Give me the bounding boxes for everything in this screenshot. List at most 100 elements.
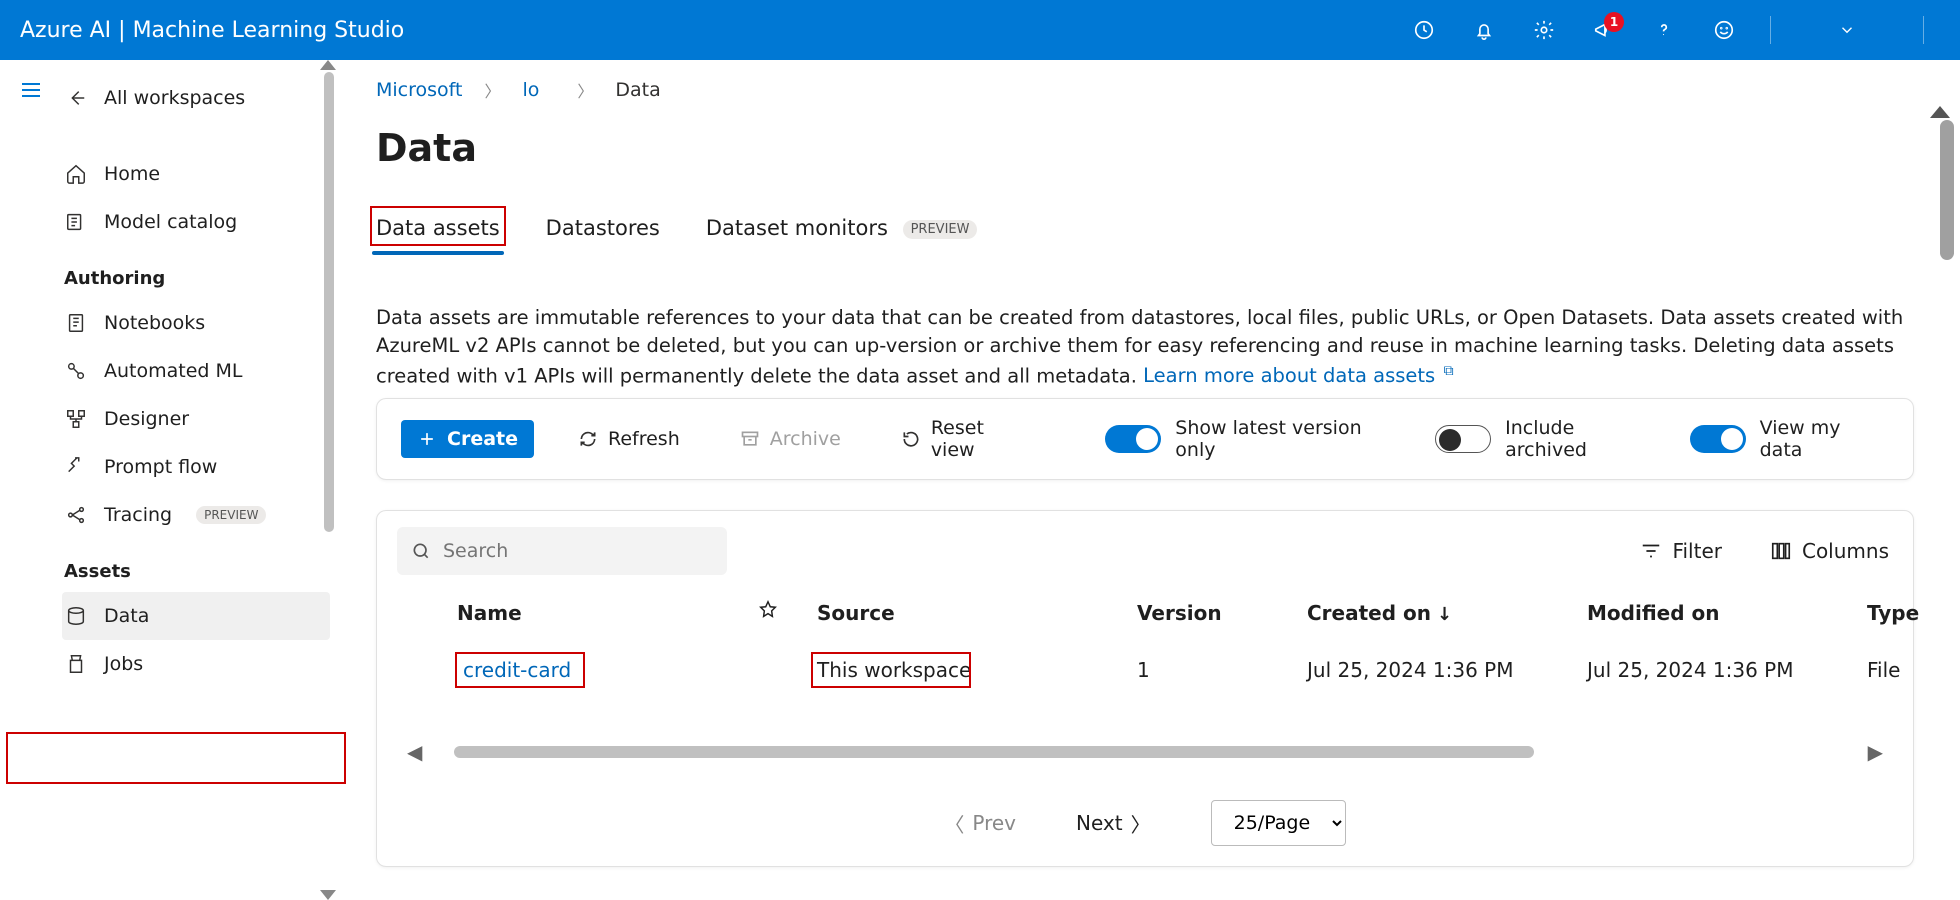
pagination: 〈Prev Next 〉 25/Page [397, 800, 1893, 846]
prev-page-button[interactable]: 〈Prev [944, 809, 1016, 838]
search-input[interactable] [443, 540, 713, 562]
main-content: Microsoft 〉 lo 〉 Data Data Data assets D… [330, 60, 1960, 900]
sidebar-item-all-workspaces[interactable]: All workspaces [62, 74, 330, 122]
archive-icon [740, 429, 760, 449]
search-box[interactable] [397, 527, 727, 575]
gear-icon[interactable] [1524, 10, 1564, 50]
col-source[interactable]: Source [817, 601, 1137, 625]
cell-type: File [1867, 658, 1960, 682]
sidebar-section-authoring: Authoring [62, 246, 330, 299]
button-label: Filter [1672, 539, 1722, 563]
feedback-smile-icon[interactable] [1704, 10, 1744, 50]
brand-title: Azure AI | Machine Learning Studio [20, 18, 404, 43]
sidebar-item-label: Automated ML [104, 360, 242, 382]
tab-datastores[interactable]: Datastores [546, 210, 660, 254]
col-modified-on[interactable]: Modified on [1587, 601, 1867, 625]
button-label: Columns [1802, 539, 1889, 563]
main-scrollbar[interactable] [1940, 120, 1954, 260]
toggle-view-my-data[interactable] [1690, 425, 1746, 453]
topbar-divider [1770, 16, 1771, 44]
sidebar-item-label: Prompt flow [104, 456, 217, 478]
sidebar-item-label: Model catalog [104, 211, 237, 233]
hamburger-menu-button[interactable] [11, 70, 51, 110]
scroll-right-button[interactable]: ▶ [1868, 740, 1883, 764]
clock-icon[interactable] [1404, 10, 1444, 50]
toggle-show-latest[interactable] [1105, 425, 1161, 453]
toolbar: Create Refresh Archive Reset view Show l… [376, 398, 1914, 480]
data-assets-table-card: Filter Columns Name Source Version Creat… [376, 510, 1914, 867]
horizontal-scrollbar: ◀ ▶ [397, 740, 1893, 764]
preview-badge: PREVIEW [903, 220, 978, 239]
toggle-label: Show latest version only [1175, 417, 1407, 461]
refresh-button[interactable]: Refresh [562, 420, 696, 458]
sidebar-item-prompt-flow[interactable]: Prompt flow [62, 443, 330, 491]
main-scroll-up[interactable] [1930, 106, 1950, 118]
button-label: Archive [770, 428, 841, 450]
sidebar-item-model-catalog[interactable]: Model catalog [62, 198, 330, 246]
tab-dataset-monitors[interactable]: Dataset monitors PREVIEW [706, 210, 978, 254]
create-button[interactable]: Create [401, 420, 534, 458]
filter-button[interactable]: Filter [1636, 531, 1726, 571]
archive-button[interactable]: Archive [724, 420, 857, 458]
bell-icon[interactable] [1464, 10, 1504, 50]
breadcrumb-workspace[interactable]: lo [522, 79, 539, 101]
notebook-icon [64, 311, 88, 335]
sidebar-item-label: All workspaces [104, 87, 245, 109]
notification-badge: 1 [1604, 12, 1624, 32]
col-star[interactable] [757, 599, 817, 626]
sidebar-item-label: Notebooks [104, 312, 205, 334]
toggle-label: Include archived [1505, 417, 1662, 461]
account-picker[interactable] [1797, 10, 1897, 50]
chevron-right-icon: 〉 [571, 78, 599, 102]
sidebar-item-automated-ml[interactable]: Automated ML [62, 347, 330, 395]
external-link-icon: ⧉ [1439, 363, 1453, 379]
sidebar-item-home[interactable]: Home [62, 150, 330, 198]
tab-data-assets[interactable]: Data assets [376, 210, 500, 254]
sidebar-item-designer[interactable]: Designer [62, 395, 330, 443]
learn-more-link[interactable]: Learn more about data assets ⧉ [1143, 364, 1454, 387]
reset-view-button[interactable]: Reset view [885, 409, 1050, 469]
asset-name-link[interactable]: credit-card [457, 656, 577, 684]
sidebar-item-label: Jobs [104, 653, 143, 675]
columns-button[interactable]: Columns [1766, 531, 1893, 571]
chevron-left-icon: 〈 [944, 809, 964, 838]
page-size-select[interactable]: 25/Page [1211, 800, 1346, 846]
scroll-track[interactable] [434, 746, 1855, 758]
col-name[interactable]: Name [457, 601, 757, 625]
sidebar-item-label: Data [104, 605, 149, 627]
arrow-left-icon [64, 86, 88, 110]
table-header-row: Name Source Version Created on↓ Modified… [397, 599, 1893, 644]
cell-version: 1 [1137, 658, 1307, 682]
scroll-thumb[interactable] [454, 746, 1534, 758]
chevron-right-icon: 〉 [1131, 809, 1151, 838]
col-version[interactable]: Version [1137, 601, 1307, 625]
sidebar-item-tracing[interactable]: Tracing PREVIEW [62, 491, 330, 539]
next-page-button[interactable]: Next 〉 [1076, 809, 1151, 838]
cell-modified-on: Jul 25, 2024 1:36 PM [1587, 658, 1867, 682]
sidebar-item-data[interactable]: Data [62, 592, 330, 640]
data-icon [64, 604, 88, 628]
col-created-on[interactable]: Created on↓ [1307, 601, 1587, 625]
table-row[interactable]: credit-card This workspace 1 Jul 25, 202… [397, 644, 1893, 696]
refresh-icon [578, 429, 598, 449]
topbar-divider-2 [1923, 16, 1924, 44]
prompt-flow-icon [64, 455, 88, 479]
breadcrumb-root[interactable]: Microsoft [376, 79, 462, 101]
megaphone-icon[interactable]: 1 [1584, 10, 1624, 50]
hamburger-column [0, 60, 62, 900]
sidebar-item-label: Designer [104, 408, 189, 430]
chevron-right-icon: 〉 [478, 78, 506, 102]
sidebar-item-notebooks[interactable]: Notebooks [62, 299, 330, 347]
search-icon [411, 541, 431, 561]
designer-icon [64, 407, 88, 431]
sidebar-item-jobs[interactable]: Jobs [62, 640, 330, 688]
help-icon[interactable] [1644, 10, 1684, 50]
columns-icon [1770, 540, 1792, 562]
breadcrumb-current: Data [615, 79, 660, 101]
plus-icon [417, 429, 437, 449]
catalog-icon [64, 210, 88, 234]
toggle-include-archived[interactable] [1435, 425, 1491, 453]
scroll-left-button[interactable]: ◀ [407, 740, 422, 764]
col-type[interactable]: Type [1867, 601, 1960, 625]
reset-icon [901, 429, 921, 449]
